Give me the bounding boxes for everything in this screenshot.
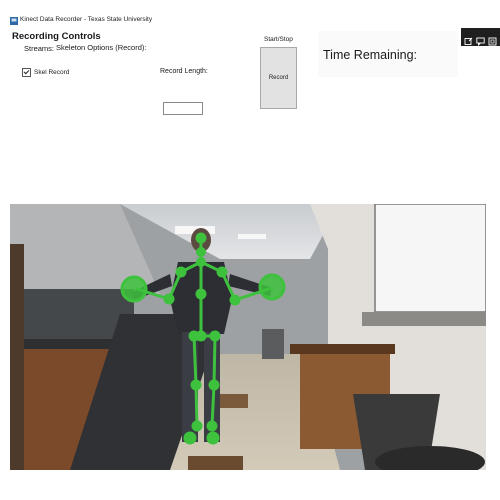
app-icon [10, 17, 18, 25]
record-length-label: Record Length: [160, 68, 208, 75]
camera-feed [10, 204, 486, 470]
window-icon[interactable] [488, 33, 497, 45]
checkbox-checked-icon[interactable] [22, 68, 31, 77]
office-scene [10, 204, 486, 470]
skel-record-label: Skel Record [34, 69, 70, 76]
recording-controls-heading: Recording Controls [12, 31, 101, 42]
floating-toolbar [461, 28, 500, 46]
skeleton-options-label: Skeleton Options (Record): [56, 43, 147, 52]
streams-label: Streams: [24, 44, 55, 53]
skel-record-checkbox[interactable]: Skel Record [22, 68, 69, 77]
window-title: Kinect Data Recorder - Texas State Unive… [20, 16, 153, 23]
screen-capture-icon[interactable] [464, 33, 473, 45]
time-remaining-label: Time Remaining: [323, 48, 418, 62]
record-length-input[interactable] [163, 102, 203, 115]
start-stop-label: Start/Stop [264, 36, 293, 43]
feedback-icon[interactable] [476, 33, 485, 46]
record-button[interactable]: Record [260, 47, 297, 109]
